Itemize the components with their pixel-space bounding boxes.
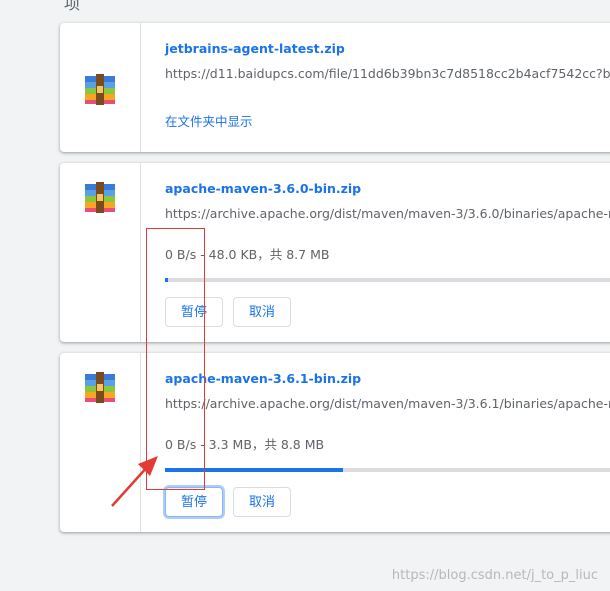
- download-source-url[interactable]: https://archive.apache.org/dist/maven/ma…: [165, 396, 610, 411]
- page-header-fragment: 项: [64, 0, 81, 13]
- winrar-archive-icon: [85, 74, 115, 105]
- download-progress-bar: [165, 278, 610, 282]
- download-filename-link[interactable]: apache-maven-3.6.1-bin.zip: [165, 371, 361, 386]
- download-progress-fill: [165, 468, 344, 472]
- download-source-url[interactable]: https://archive.apache.org/dist/maven/ma…: [165, 206, 610, 221]
- watermark-text: https://blog.csdn.net/j_to_p_liuc: [391, 568, 598, 583]
- pause-button[interactable]: 暂停: [165, 487, 223, 517]
- download-card: apache-maven-3.6.1-bin.zip https://archi…: [60, 353, 610, 532]
- download-status-text: 0 B/s - 48.0 KB，共 8.7 MB: [165, 247, 330, 262]
- pause-button[interactable]: 暂停: [165, 297, 223, 327]
- download-filename-link[interactable]: jetbrains-agent-latest.zip: [165, 41, 345, 56]
- cancel-button[interactable]: 取消: [233, 297, 291, 327]
- cancel-button[interactable]: 取消: [233, 487, 291, 517]
- download-source-url[interactable]: https://d11.baidupcs.com/file/11dd6b39bn…: [165, 66, 610, 81]
- download-card: jetbrains-agent-latest.zip https://d11.b…: [60, 23, 610, 152]
- winrar-archive-icon: [85, 372, 115, 403]
- download-progress-fill: [165, 278, 168, 282]
- download-card: apache-maven-3.6.0-bin.zip https://archi…: [60, 163, 610, 342]
- file-icon-column: [60, 353, 141, 532]
- show-in-folder-link[interactable]: 在文件夹中显示: [165, 111, 253, 130]
- winrar-archive-icon: [85, 182, 115, 213]
- download-progress-bar: [165, 468, 610, 472]
- download-filename-link[interactable]: apache-maven-3.6.0-bin.zip: [165, 181, 361, 196]
- download-status-text: 0 B/s - 3.3 MB，共 8.8 MB: [165, 437, 325, 452]
- file-icon-column: [60, 23, 141, 152]
- file-icon-column: [60, 163, 141, 342]
